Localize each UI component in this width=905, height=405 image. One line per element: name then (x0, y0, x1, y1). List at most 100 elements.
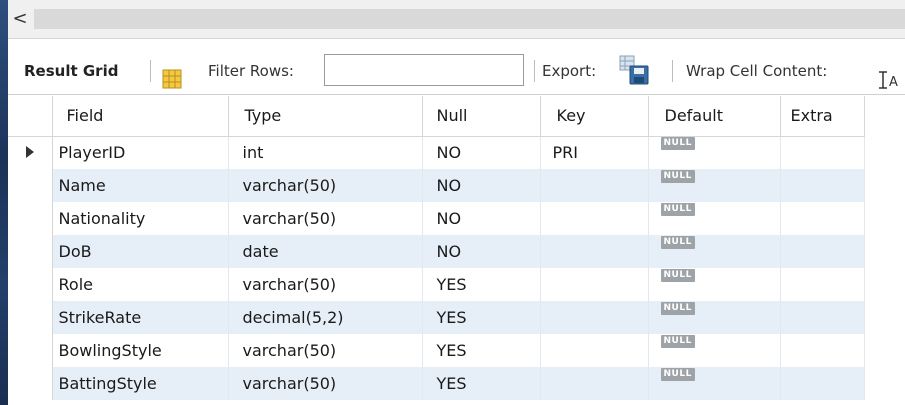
cell-null[interactable]: NO (422, 235, 541, 268)
cell-default[interactable]: NULL (648, 169, 781, 202)
table-row[interactable]: Role varchar(50) YES NULL (8, 268, 865, 301)
null-badge: NULL (660, 203, 695, 216)
cell-null[interactable]: YES (422, 301, 541, 334)
result-grid: Field Type Null Key Default Extra Player… (8, 96, 905, 405)
cell-type[interactable]: varchar(50) (228, 169, 423, 202)
cell-default[interactable]: NULL (648, 136, 781, 169)
cell-extra[interactable] (780, 268, 865, 301)
column-header-key[interactable]: Key (540, 96, 649, 137)
cell-null[interactable]: NO (422, 202, 541, 235)
null-badge: NULL (660, 170, 695, 183)
cell-default[interactable]: NULL (648, 268, 781, 301)
cell-default[interactable]: NULL (648, 202, 781, 235)
cell-extra[interactable] (780, 301, 865, 334)
cell-key[interactable]: PRI (540, 136, 649, 169)
column-header-field[interactable]: Field (52, 96, 229, 137)
cell-type[interactable]: int (228, 136, 423, 169)
cell-extra[interactable] (780, 202, 865, 235)
cell-extra[interactable] (780, 367, 865, 400)
svg-text:A: A (889, 75, 898, 90)
cell-field[interactable]: StrikeRate (52, 301, 229, 334)
cell-type[interactable]: varchar(50) (228, 268, 423, 301)
column-header-default[interactable]: Default (648, 96, 781, 137)
cell-extra[interactable] (780, 169, 865, 202)
cell-extra[interactable] (780, 235, 865, 268)
toolbar-divider (534, 60, 535, 82)
header-row: Field Type Null Key Default Extra (8, 96, 865, 137)
column-header-null[interactable]: Null (422, 96, 541, 137)
toolbar-divider (150, 60, 151, 82)
cell-default[interactable]: NULL (648, 235, 781, 268)
row-indicator (8, 268, 53, 301)
filter-rows-input[interactable] (324, 54, 524, 86)
cell-field[interactable]: BowlingStyle (52, 334, 229, 367)
current-row-arrow-icon (8, 136, 53, 169)
row-indicator (8, 202, 53, 235)
row-indicator (8, 334, 53, 367)
toolbar-divider (672, 60, 673, 82)
cell-default[interactable]: NULL (648, 367, 781, 400)
cell-field[interactable]: Role (52, 268, 229, 301)
cell-null[interactable]: YES (422, 367, 541, 400)
window-edge (0, 0, 8, 405)
null-badge: NULL (660, 368, 695, 381)
column-header-extra[interactable]: Extra (780, 96, 865, 137)
cell-type[interactable]: varchar(50) (228, 367, 423, 400)
cell-key[interactable] (540, 334, 649, 367)
export-label: Export: (542, 62, 597, 80)
cell-extra[interactable] (780, 136, 865, 169)
row-indicator (8, 169, 53, 202)
table-row[interactable]: DoB date NO NULL (8, 235, 865, 268)
table-row[interactable]: BattingStyle varchar(50) YES NULL (8, 367, 865, 400)
column-header-type[interactable]: Type (228, 96, 423, 137)
table-row[interactable]: PlayerID int NO PRI NULL (8, 136, 865, 169)
cell-field[interactable]: DoB (52, 235, 229, 268)
cell-field[interactable]: Name (52, 169, 229, 202)
row-indicator-header (8, 96, 53, 137)
cell-default[interactable]: NULL (648, 334, 781, 367)
cell-key[interactable] (540, 301, 649, 334)
scroll-left-button[interactable]: < (10, 7, 30, 31)
export-save-icon[interactable] (618, 54, 650, 86)
scrollbar-track[interactable] (34, 9, 905, 29)
table-row[interactable]: Nationality varchar(50) NO NULL (8, 202, 865, 235)
cell-type[interactable]: decimal(5,2) (228, 301, 423, 334)
null-badge: NULL (660, 137, 695, 151)
cell-default[interactable]: NULL (648, 301, 781, 334)
row-indicator (8, 367, 53, 400)
cell-field[interactable]: PlayerID (52, 136, 229, 169)
cell-null[interactable]: NO (422, 136, 541, 169)
cell-key[interactable] (540, 169, 649, 202)
cell-key[interactable] (540, 367, 649, 400)
cell-type[interactable]: date (228, 235, 423, 268)
table-row[interactable]: Name varchar(50) NO NULL (8, 169, 865, 202)
null-badge: NULL (660, 236, 695, 249)
cell-type[interactable]: varchar(50) (228, 334, 423, 367)
columns-table: Field Type Null Key Default Extra Player… (8, 96, 865, 400)
grid-layout-icon[interactable] (162, 61, 182, 89)
null-badge: NULL (660, 269, 695, 282)
cell-key[interactable] (540, 202, 649, 235)
cell-key[interactable] (540, 235, 649, 268)
cell-extra[interactable] (780, 334, 865, 367)
wrap-cell-content-label: Wrap Cell Content: (686, 62, 828, 80)
cell-null[interactable]: NO (422, 169, 541, 202)
null-badge: NULL (660, 302, 695, 315)
filter-rows-label: Filter Rows: (208, 62, 294, 80)
table-row[interactable]: StrikeRate decimal(5,2) YES NULL (8, 301, 865, 334)
cell-type[interactable]: varchar(50) (228, 202, 423, 235)
cell-key[interactable] (540, 268, 649, 301)
cell-field[interactable]: Nationality (52, 202, 229, 235)
wrap-text-icon[interactable]: A (878, 62, 900, 90)
horizontal-scrollbar[interactable]: < (8, 0, 905, 39)
row-indicator (8, 301, 53, 334)
cell-null[interactable]: YES (422, 268, 541, 301)
cell-null[interactable]: YES (422, 334, 541, 367)
table-row[interactable]: BowlingStyle varchar(50) YES NULL (8, 334, 865, 367)
null-badge: NULL (660, 335, 695, 348)
cell-field[interactable]: BattingStyle (52, 367, 229, 400)
row-indicator (8, 235, 53, 268)
result-grid-tab[interactable]: Result Grid (24, 48, 118, 94)
result-panel: < Result Grid Filter Rows: Export: Wrap … (8, 0, 905, 405)
result-toolbar: Result Grid Filter Rows: Export: Wrap Ce… (8, 48, 905, 95)
